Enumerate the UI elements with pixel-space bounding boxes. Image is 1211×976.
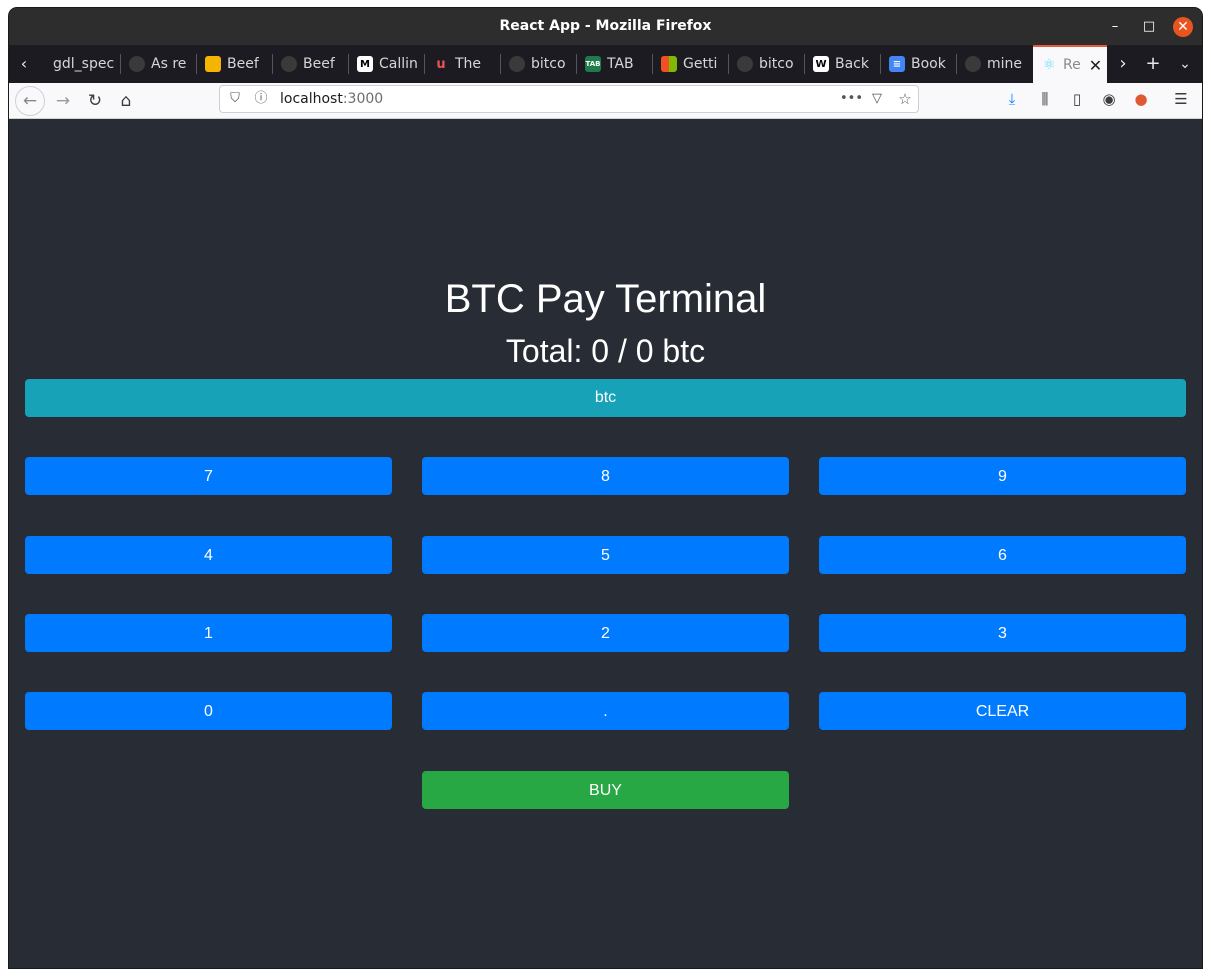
list-all-tabs-icon[interactable]: ⌄: [1171, 45, 1199, 83]
tab-label: Beef: [227, 56, 259, 72]
scroll-tabs-right-icon[interactable]: ›: [1109, 45, 1137, 83]
reload-icon[interactable]: ↻: [80, 86, 110, 116]
downloads-icon[interactable]: ⤓: [1000, 87, 1024, 111]
tab-label: As re: [151, 56, 187, 72]
tab-label: Beef: [303, 56, 335, 72]
tab-bar: ‹ gdl_spec As re Beef Beef M Callin u Th…: [9, 45, 1202, 83]
url-bar[interactable]: ⛉ ⓘ localhost:3000 ••• ▽ ☆: [219, 85, 919, 113]
wikipedia-icon: W: [813, 56, 829, 72]
key-decimal-button[interactable]: .: [422, 692, 789, 730]
slides-icon: [205, 56, 221, 72]
title-bar: React App - Mozilla Firefox – □ ✕: [9, 8, 1202, 45]
tab-label: The: [455, 56, 482, 72]
tab-github-4[interactable]: bitco: [729, 45, 805, 83]
key-9-button[interactable]: 9: [819, 457, 1186, 495]
duckduckgo-icon[interactable]: ●: [1129, 87, 1153, 111]
sidebar-icon[interactable]: ▯: [1065, 87, 1089, 111]
key-2-button[interactable]: 2: [422, 614, 789, 652]
tab-label: gdl_spec: [53, 56, 115, 72]
tab-label: Book: [911, 56, 946, 72]
tab-tab[interactable]: TAB TAB: [577, 45, 653, 83]
tab-label: Back: [835, 56, 869, 72]
buy-button[interactable]: BUY: [422, 771, 789, 809]
tab-label: Getti: [683, 56, 718, 72]
tab-label: Callin: [379, 56, 418, 72]
page-content: BTC Pay Terminal Total: 0 / 0 btc btc 7 …: [9, 119, 1202, 968]
tab-udemy[interactable]: u The: [425, 45, 501, 83]
tab-github-1[interactable]: As re: [121, 45, 197, 83]
url-host: localhost: [280, 91, 343, 107]
udemy-icon: u: [436, 56, 446, 72]
tab-label: TAB: [607, 56, 634, 72]
total-display: Total: 0 / 0 btc: [505, 333, 706, 369]
key-8-button[interactable]: 8: [422, 457, 789, 495]
home-icon[interactable]: ⌂: [111, 86, 141, 116]
tab-gdl-spec[interactable]: gdl_spec: [45, 45, 121, 83]
forward-icon[interactable]: →: [48, 86, 78, 116]
key-5-button[interactable]: 5: [422, 536, 789, 574]
react-icon: ⚛: [1042, 57, 1056, 73]
account-icon[interactable]: ◉: [1097, 87, 1121, 111]
tab-github-2[interactable]: Beef: [273, 45, 349, 83]
docs-icon: ≡: [889, 56, 905, 72]
key-3-button[interactable]: 3: [819, 614, 1186, 652]
currency-toggle-button[interactable]: btc: [25, 379, 1186, 417]
tab-medium[interactable]: M Callin: [349, 45, 425, 83]
tab-github-3[interactable]: bitco: [501, 45, 577, 83]
key-7-button[interactable]: 7: [25, 457, 392, 495]
github-icon: [965, 56, 981, 72]
pocket-icon[interactable]: ▽: [868, 90, 886, 108]
page-actions-icon[interactable]: •••: [840, 90, 863, 108]
url-text[interactable]: localhost:3000: [280, 91, 383, 107]
library-icon[interactable]: ⫼: [1033, 87, 1057, 111]
tracking-protection-icon[interactable]: ⛉: [226, 90, 244, 108]
github-icon: [737, 56, 753, 72]
key-6-button[interactable]: 6: [819, 536, 1186, 574]
github-icon: [129, 56, 145, 72]
minimize-icon[interactable]: –: [1105, 17, 1125, 37]
github-icon: [281, 56, 297, 72]
key-4-button[interactable]: 4: [25, 536, 392, 574]
browser-window: React App - Mozilla Firefox – □ ✕ ‹ gdl_…: [9, 8, 1202, 968]
github-icon: [509, 56, 525, 72]
tab-slides[interactable]: Beef: [197, 45, 273, 83]
medium-icon: M: [357, 56, 373, 72]
tab-github-5[interactable]: mine: [957, 45, 1033, 83]
key-1-button[interactable]: 1: [25, 614, 392, 652]
tab-label: mine: [987, 56, 1023, 72]
new-tab-icon[interactable]: +: [1139, 45, 1167, 83]
tab-label: bitco: [759, 56, 794, 72]
page-title: BTC Pay Terminal: [444, 277, 767, 321]
tab-icon: TAB: [585, 56, 601, 72]
microsoft-icon: [661, 56, 677, 72]
tab-label: Re: [1063, 57, 1081, 73]
tab-microsoft[interactable]: Getti: [653, 45, 729, 83]
maximize-icon[interactable]: □: [1139, 17, 1159, 37]
tab-docs[interactable]: ≡ Book: [881, 45, 957, 83]
bookmark-star-icon[interactable]: ☆: [896, 90, 914, 108]
close-window-icon[interactable]: ✕: [1173, 17, 1193, 37]
url-port: :3000: [342, 91, 384, 107]
tab-react-app[interactable]: ⚛ Re ✕: [1033, 45, 1107, 83]
menu-icon[interactable]: ☰: [1169, 87, 1193, 111]
window-title: React App - Mozilla Firefox: [499, 18, 712, 34]
scroll-tabs-left-icon[interactable]: ‹: [11, 45, 37, 83]
site-info-icon[interactable]: ⓘ: [252, 90, 270, 108]
nav-bar: ← → ↻ ⌂ ⛉ ⓘ localhost:3000 ••• ▽ ☆ ⤓ ⫼ ▯…: [9, 83, 1202, 119]
tab-wikipedia[interactable]: W Back: [805, 45, 881, 83]
key-0-button[interactable]: 0: [25, 692, 392, 730]
tab-label: bitco: [531, 56, 566, 72]
close-tab-icon[interactable]: ✕: [1089, 56, 1102, 75]
clear-button[interactable]: CLEAR: [819, 692, 1186, 730]
back-icon[interactable]: ←: [15, 86, 45, 116]
